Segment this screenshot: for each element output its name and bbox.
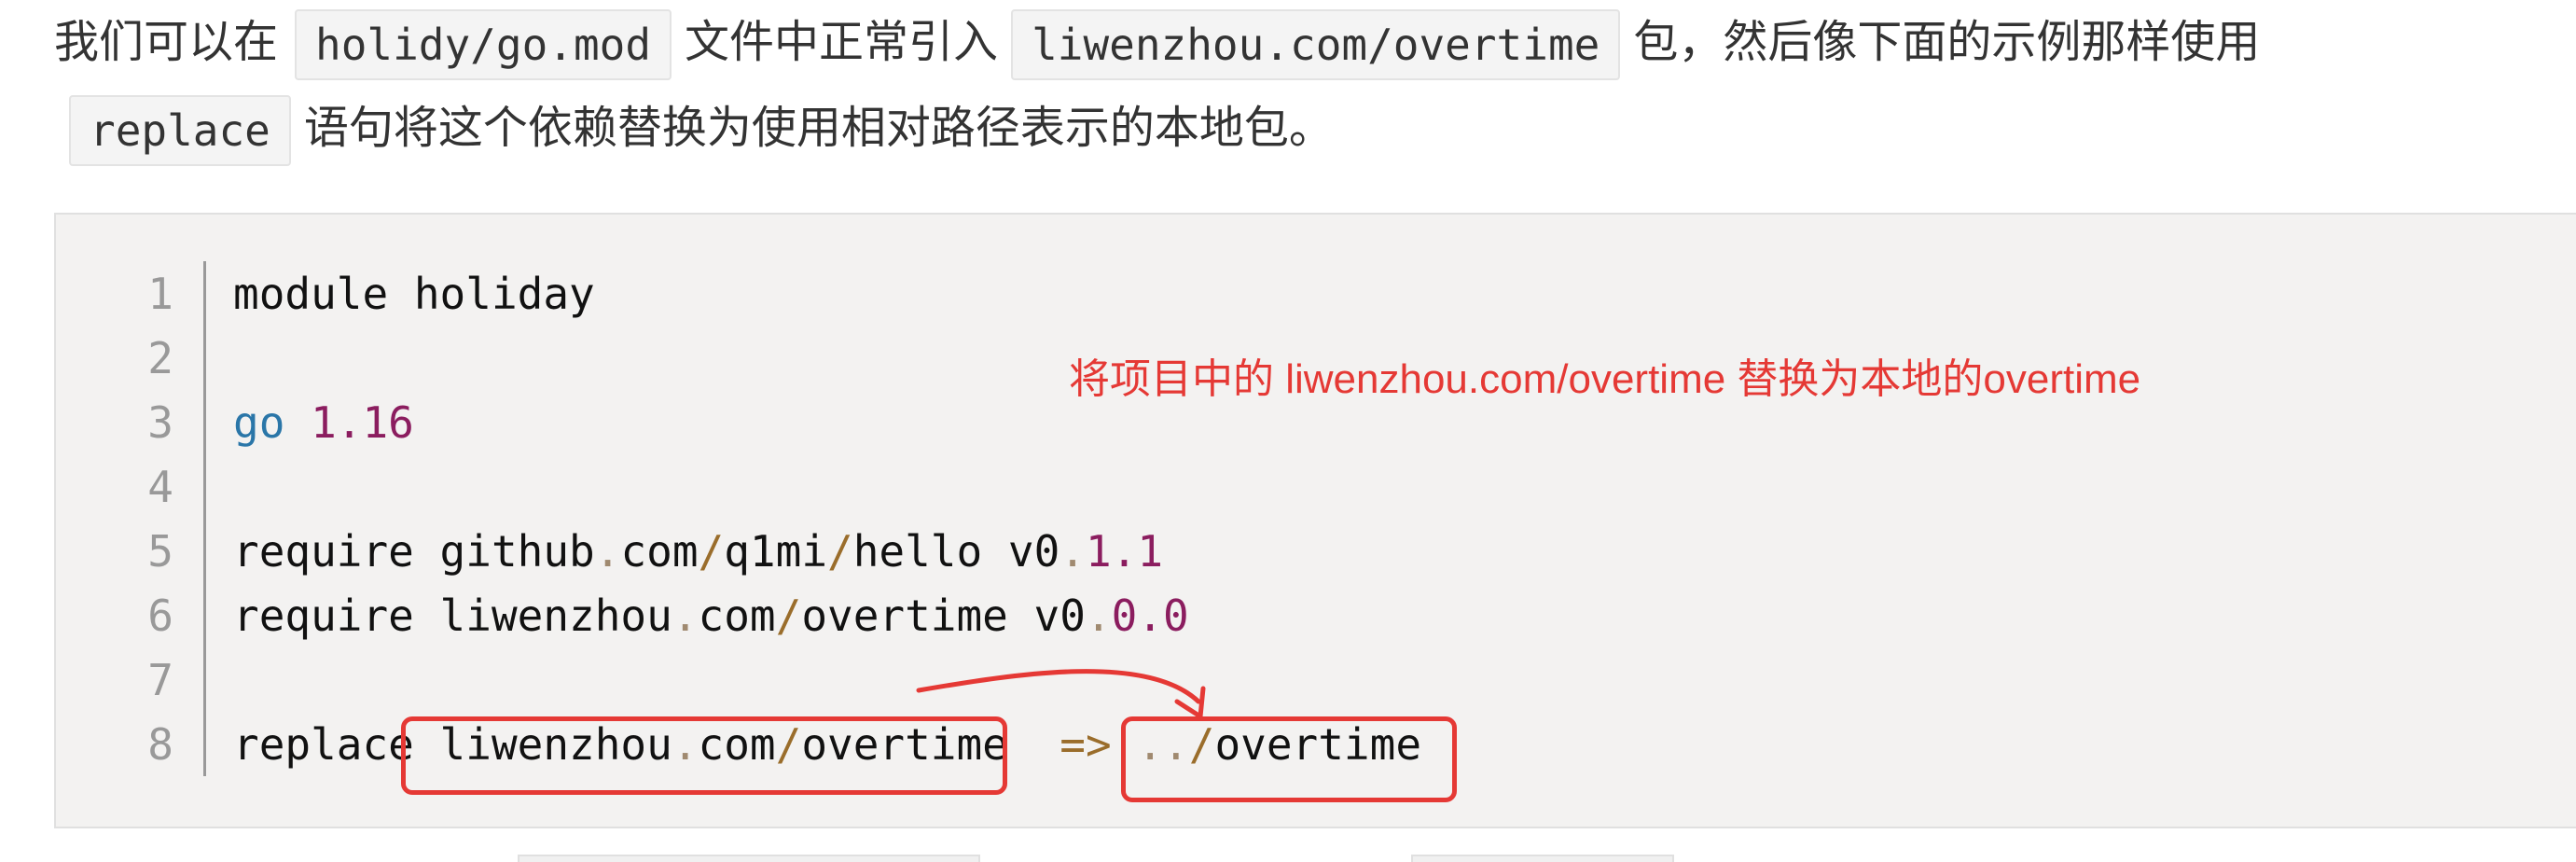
code-text: com [620, 526, 699, 577]
paragraph-text: 语句将这个依赖替换为使用相对路径表示的本地包。 [303, 102, 1334, 154]
code-operator: => [1059, 719, 1112, 770]
paragraph-text: 文件中正常引入 [685, 16, 999, 68]
code-line-5: require github.com/q1mi/hello v0.1.1 [233, 519, 1163, 584]
code-text: module holiday [233, 269, 595, 319]
intro-paragraph: 我们可以在 holidy/go.mod 文件中正常引入 liwenzhou.com/o… [54, 0, 2572, 170]
code-punctuation: . [1085, 591, 1112, 641]
code-punctuation: / [698, 526, 725, 577]
code-punctuation: . [672, 591, 699, 641]
inline-code-go-mod: holidy/go.mod [295, 9, 672, 80]
code-text: overtime v0 [801, 591, 1086, 641]
line-number: 3 [147, 397, 173, 448]
line-number: 2 [147, 333, 173, 383]
code-number: 1.1 [1085, 526, 1164, 577]
line-number-gutter: 1 2 3 4 5 6 7 8 [56, 261, 206, 776]
line-number: 6 [147, 591, 173, 641]
inline-code-partial [518, 855, 980, 862]
paragraph-line-1: 我们可以在 holidy/go.mod 文件中正常引入 liwenzhou.com/o… [54, 0, 2572, 84]
inline-code-partial [1411, 855, 1674, 862]
paragraph-text: 包，然后像下面的示例那样使用 [1633, 16, 2261, 68]
annotation-text: 将项目中的 liwenzhou.com/overtime 替换为本地的overt… [1069, 356, 2141, 402]
code-line-1: module holiday [233, 261, 595, 327]
line-number: 5 [147, 526, 173, 577]
line-number: 8 [147, 719, 173, 770]
code-line-6: require liwenzhou.com/overtime v0.0.0 [233, 583, 1189, 648]
code-punctuation: / [775, 591, 802, 641]
code-line-3: go 1.16 [233, 390, 414, 455]
inline-code-replace: replace [69, 95, 291, 166]
code-punctuation: . [594, 526, 621, 577]
highlight-box-target [1121, 716, 1457, 802]
code-punctuation: / [827, 526, 853, 577]
line-number: 4 [147, 462, 173, 512]
code-keyword: go [233, 397, 285, 448]
code-text: q1mi [724, 526, 828, 577]
paragraph-text: 我们可以在 [54, 16, 279, 68]
code-text: require liwenzhou [233, 591, 672, 641]
code-text: hello v0 [852, 526, 1060, 577]
inline-code-package: liwenzhou.com/overtime [1011, 9, 1621, 80]
highlight-box-source [401, 716, 1007, 795]
line-number: 7 [147, 655, 173, 705]
code-text: com [698, 591, 776, 641]
code-punctuation: . [1059, 526, 1086, 577]
paragraph-line-2: replace 语句将这个依赖替换为使用相对路径表示的本地包。 [54, 86, 2572, 170]
code-text: require github [233, 526, 595, 577]
code-number: 1.16 [311, 397, 414, 448]
code-number: 0.0 [1111, 591, 1189, 641]
line-number: 1 [147, 269, 173, 319]
